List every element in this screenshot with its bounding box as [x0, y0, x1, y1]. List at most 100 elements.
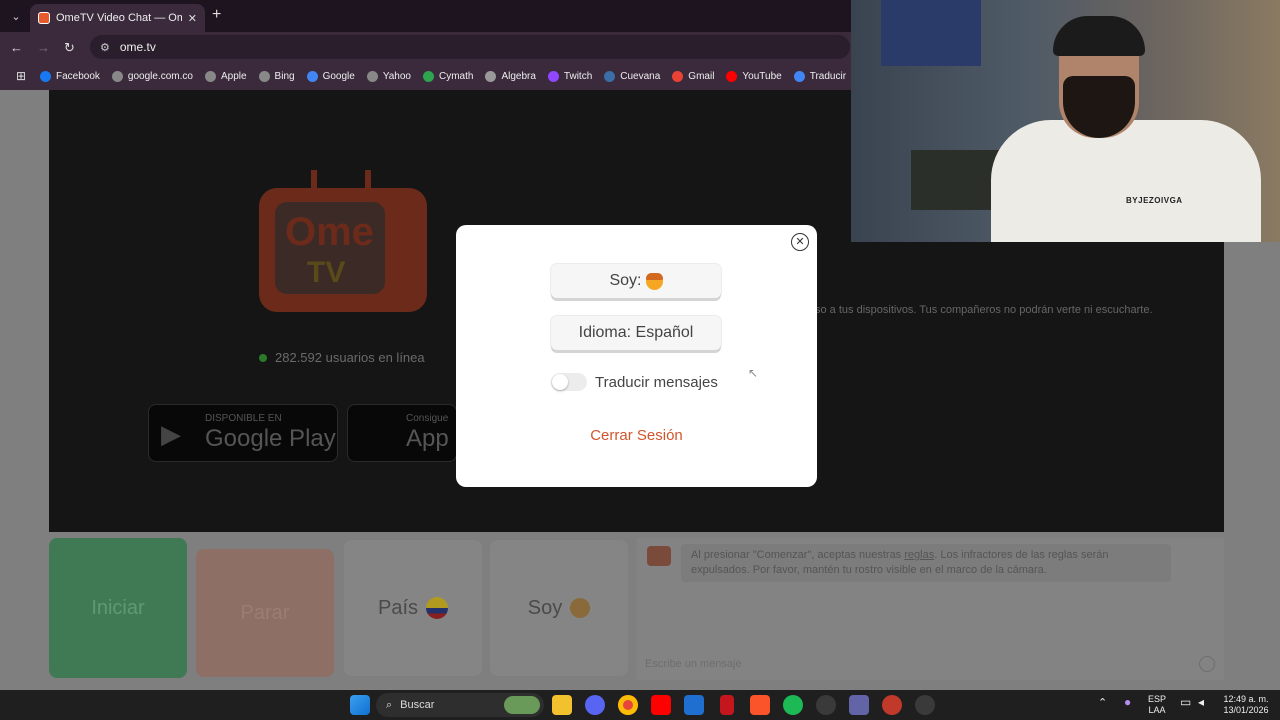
back-arrow-icon[interactable]: ←: [10, 40, 23, 55]
bookmark-favicon-icon: [547, 70, 559, 82]
bookmark-list: Facebook google.com.co Apple Bing Google Yaho…: [34, 70, 899, 82]
webcam-overlay: BYJEZOIVGA: [851, 0, 1280, 242]
bookmark-label: Cymath: [439, 70, 474, 82]
bookmark-favicon-icon: [40, 70, 51, 82]
brave-icon[interactable]: [750, 695, 770, 715]
bookmark-label: Traducir: [809, 70, 847, 82]
app-store-big-text: App: [406, 425, 449, 452]
new-tab-button[interactable]: +: [212, 6, 221, 24]
translate-label: Traducir mensajes: [595, 373, 718, 391]
site-info-icon[interactable]: ⚙: [100, 41, 110, 54]
tray-chevron-icon[interactable]: ⌃: [1098, 698, 1107, 709]
colombia-flag-icon: [426, 597, 449, 619]
search-icon: ⌕: [386, 698, 393, 711]
language-indicator[interactable]: ESP LAA: [1148, 694, 1166, 716]
clock-date: 13/01/2026: [1223, 705, 1269, 715]
app-refresh-icon[interactable]: [915, 695, 935, 715]
gender-label: Soy: [527, 596, 563, 619]
bookmark-item[interactable]: Google: [301, 70, 361, 82]
bookmark-item[interactable]: Traducir: [788, 70, 852, 82]
country-button[interactable]: País: [344, 540, 482, 676]
language-bottom: LAA: [1148, 705, 1166, 715]
bookmark-favicon-icon: [793, 70, 805, 82]
boy-emoji-icon: [570, 598, 591, 618]
country-label: País: [377, 596, 419, 619]
teams-icon[interactable]: [849, 695, 869, 715]
microphone-icon[interactable]: ●: [1124, 696, 1131, 708]
bookmark-favicon-icon: [366, 70, 378, 82]
address-bar[interactable]: ⚙ ome.tv: [90, 35, 850, 59]
bookmark-item[interactable]: Bing: [253, 70, 301, 82]
reload-icon[interactable]: ↻: [64, 40, 75, 56]
emoji-icon[interactable]: [1199, 656, 1215, 672]
forward-arrow-icon[interactable]: →: [37, 40, 50, 55]
taskbar-search[interactable]: ⌕ Buscar: [376, 693, 544, 717]
wall-poster: [881, 0, 981, 66]
system-message-text-start: Al presionar "Comenzar", aceptas nuestra…: [691, 549, 905, 561]
bookmark-label: Algebra: [501, 70, 536, 82]
rules-link[interactable]: reglas: [904, 549, 934, 561]
bookmark-favicon-icon: [672, 70, 684, 82]
language-select-label: Idioma: Español: [578, 324, 694, 341]
stop-button[interactable]: Parar: [196, 549, 334, 677]
translate-row: Traducir mensajes: [551, 373, 718, 391]
close-modal-icon[interactable]: ✕: [791, 233, 809, 251]
white-shirt: [991, 120, 1261, 242]
bookmark-item[interactable]: YouTube: [720, 70, 787, 82]
gender-button[interactable]: Soy: [490, 540, 628, 676]
system-message: Al presionar "Comenzar", aceptas nuestra…: [681, 544, 1171, 582]
mail-icon[interactable]: [684, 695, 704, 715]
bookmark-item[interactable]: Algebra: [479, 70, 541, 82]
bookmark-favicon-icon: [306, 70, 318, 82]
spotify-icon[interactable]: [783, 695, 803, 715]
speedometer-icon[interactable]: [816, 695, 836, 715]
bookmark-favicon-icon: [258, 70, 270, 82]
clock-time: 12:49 a. m.: [1223, 694, 1269, 704]
chat-panel: Al presionar "Comenzar", aceptas nuestra…: [637, 538, 1224, 680]
shirt-logo: BYJEZOIVGA: [1126, 196, 1183, 205]
netflix-icon[interactable]: [720, 695, 734, 715]
volume-icon[interactable]: ◂: [1198, 696, 1204, 708]
youtube-icon[interactable]: [651, 695, 671, 715]
language-select-button[interactable]: Idioma: Español: [551, 316, 721, 350]
discord-icon[interactable]: [585, 695, 605, 715]
online-users: 282.592 usuarios en línea: [259, 350, 425, 365]
logo-text-ome: Ome: [285, 210, 374, 254]
bookmark-favicon-icon: [111, 70, 123, 82]
logout-link[interactable]: Cerrar Sesión: [456, 427, 817, 444]
bookmark-label: google.com.co: [127, 70, 193, 82]
bookmark-label: Cuevana: [620, 70, 661, 82]
app-store-button[interactable]: Consigue App: [347, 404, 457, 462]
bookmark-item[interactable]: google.com.co: [106, 70, 199, 82]
network-icon[interactable]: ▭: [1180, 696, 1191, 708]
bookmark-item[interactable]: Twitch: [542, 70, 598, 82]
file-explorer-icon[interactable]: [552, 695, 572, 715]
bookmark-label: Facebook: [56, 70, 100, 82]
bookmark-item[interactable]: Facebook: [34, 70, 106, 82]
bookmark-item[interactable]: Yahoo: [361, 70, 417, 82]
bookmark-item[interactable]: Apple: [199, 70, 253, 82]
gender-select-button[interactable]: Soy:: [551, 264, 721, 298]
windows-start-icon[interactable]: [350, 695, 370, 715]
tab-close-icon[interactable]: ✕: [188, 12, 197, 25]
tab-search-chevron-icon[interactable]: ⌄: [6, 6, 26, 26]
google-play-big-text: Google Play: [205, 425, 336, 452]
apps-grid-icon[interactable]: ⊞: [8, 69, 34, 83]
bookmark-item[interactable]: Cuevana: [598, 70, 666, 82]
bookmark-favicon-icon: [726, 70, 738, 82]
bookmark-favicon-icon: [204, 70, 216, 82]
google-play-small-text: DISPONIBLE EN: [205, 413, 282, 424]
chat-input[interactable]: Escribe un mensaje: [645, 658, 742, 670]
translate-toggle[interactable]: [551, 373, 587, 391]
tab-ometv[interactable]: OmeTV Video Chat — Omegle ✕: [30, 4, 205, 32]
bookmark-label: Yahoo: [382, 70, 411, 82]
bookmark-item[interactable]: Gmail: [666, 70, 720, 82]
google-play-button[interactable]: ▶ DISPONIBLE EN Google Play: [148, 404, 338, 462]
clock[interactable]: 12:49 a. m. 13/01/2026: [1218, 694, 1274, 716]
chrome-icon[interactable]: [618, 695, 638, 715]
start-button[interactable]: Iniciar: [49, 538, 187, 678]
app-red-icon[interactable]: [882, 695, 902, 715]
bookmark-item[interactable]: Cymath: [417, 70, 479, 82]
bookmark-label: Gmail: [688, 70, 715, 82]
bookmark-label: Google: [322, 70, 355, 82]
